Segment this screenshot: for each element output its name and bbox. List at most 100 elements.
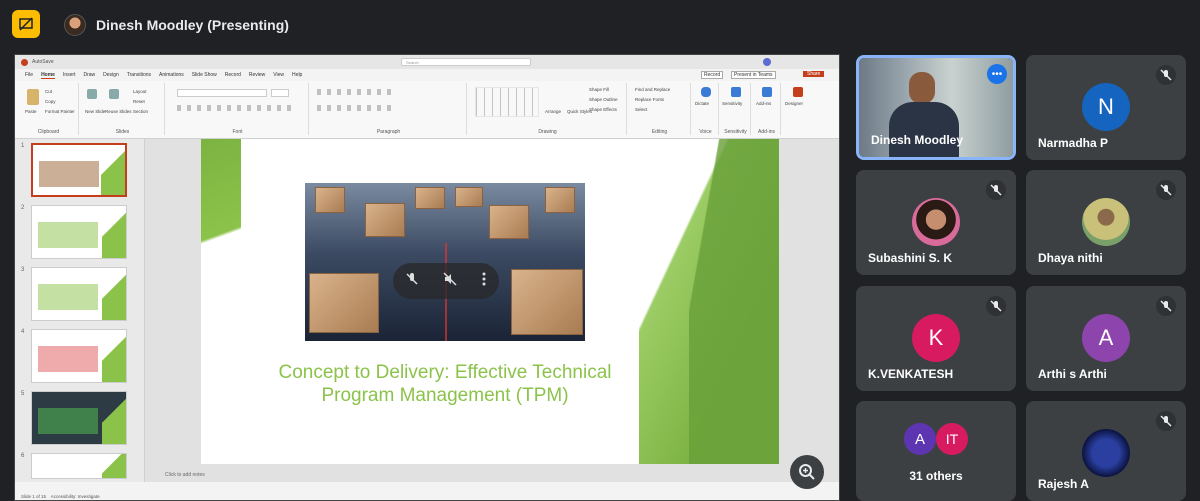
meeting-top-bar: Dinesh Moodley (Presenting) [0,0,1200,50]
slide-thumbnail[interactable] [31,267,127,321]
font-size-select[interactable] [271,89,289,97]
select-button[interactable]: Select [635,107,648,112]
ribbon-group-editing: Find and Replace Replace Fonts Select Ed… [629,83,691,135]
shape-effects-button[interactable]: Shape Effects [589,107,617,112]
group-label: Paragraph [376,129,401,135]
presentation-icon[interactable] [12,10,40,38]
find-replace-button[interactable]: Find and Replace [635,87,670,92]
ribbon-group-drawing: Arrange Quick Styles Shape Fill Shape Ou… [469,83,627,135]
menu-help[interactable]: Help [292,72,302,78]
participant-tile[interactable]: ••• Dinesh Moodley [856,55,1016,160]
slide-thumbnail[interactable] [31,453,127,479]
shape-outline-button[interactable]: Shape Outline [589,97,618,102]
layout-button[interactable]: Layout [133,89,147,94]
more-options-icon[interactable] [481,272,487,291]
present-in-teams-button[interactable]: Present in Teams [731,71,776,79]
autosave-label: AutoSave [32,59,54,65]
participant-tile[interactable]: Subashini S. K [856,170,1016,275]
align-buttons[interactable] [317,105,397,111]
notes-field[interactable]: Click to add notes [145,472,839,482]
slide-thumbnail[interactable] [31,205,127,259]
ribbon-group-font: Font [167,83,309,135]
avatar [1082,198,1130,246]
cut-button[interactable]: Cut [45,89,52,94]
menu-transitions[interactable]: Transitions [127,72,151,78]
search-input[interactable]: Search [401,58,531,66]
ribbon-group-voice: Dictate Voice [693,83,719,135]
participant-tile[interactable]: K K.VENKATESH [856,286,1016,391]
ribbon-group-slides: New Slide Reuse Slides Layout Reset Sect… [81,83,165,135]
add-ins-icon[interactable] [762,87,772,97]
designer-icon[interactable] [793,87,803,97]
list-buttons[interactable] [317,89,397,95]
microphone-icon[interactable] [701,87,711,97]
avatar: A [904,423,936,455]
reuse-slides-icon[interactable] [109,89,119,99]
participant-tile[interactable]: Rajesh A [1026,401,1186,501]
record-button[interactable]: Record [701,71,724,79]
format-painter-button[interactable]: Format Painter [45,109,75,114]
font-format-buttons[interactable] [177,105,297,111]
avatar [1082,429,1130,477]
group-label: Font [232,129,243,135]
shapes-gallery[interactable] [475,87,539,117]
section-button[interactable]: Section [133,109,148,114]
slide-thumbnail[interactable] [31,143,127,197]
avatar [64,14,86,36]
reset-button[interactable]: Reset [133,99,145,104]
current-slide[interactable]: Concept to Delivery: Effective Technical… [201,139,779,464]
menu-slide-show[interactable]: Slide Show [192,72,217,78]
group-label: Drawing [538,129,557,135]
menu-design[interactable]: Design [103,72,119,78]
ribbon-group-sensitivity: Sensitivity Sensitivity [721,83,751,135]
slide-decoration [201,139,241,464]
others-tile[interactable]: A IT 31 others [856,401,1016,501]
font-name-select[interactable] [177,89,267,97]
zoom-button[interactable] [790,455,824,489]
add-ins-label: Add-ins [756,101,772,106]
avatar: K [912,314,960,362]
powerpoint-logo-icon [21,58,28,66]
menu-file[interactable]: File [25,72,33,78]
participant-tile[interactable]: Dhaya nithi [1026,170,1186,275]
mic-off-icon [1156,411,1176,431]
more-options-button[interactable]: ••• [987,64,1007,84]
sensitivity-icon[interactable] [731,87,741,97]
participant-tile[interactable]: A Arthi s Arthi [1026,286,1186,391]
menu-record[interactable]: Record [225,72,241,78]
avatar: N [1082,83,1130,131]
avatar[interactable] [763,58,771,66]
menu-insert[interactable]: Insert [63,72,76,78]
menu-home[interactable]: Home [41,72,55,79]
new-slide-icon[interactable] [87,89,97,99]
slide-thumbnail[interactable] [31,329,127,383]
participant-name: Rajesh A [1038,477,1089,491]
ribbon-group-paragraph: Paragraph [311,83,467,135]
paste-label: Paste [25,109,37,114]
ppt-menu-bar: File Home Insert Draw Design Transitions… [15,69,839,81]
group-label: Sensitivity [724,129,747,135]
conveyor-boxes-image [305,183,585,341]
media-overlay-controls [393,263,499,299]
ribbon-group-clipboard: Paste Cut Copy Format Painter Clipboard [19,83,79,135]
shape-fill-button[interactable]: Shape Fill [589,87,609,92]
menu-view[interactable]: View [273,72,284,78]
replace-fonts-button[interactable]: Replace Fonts [635,97,664,102]
menu-review[interactable]: Review [249,72,265,78]
slide-thumbnail[interactable] [31,391,127,445]
paste-icon[interactable] [27,89,39,105]
arrange-button[interactable]: Arrange [545,109,561,114]
volume-off-icon[interactable] [443,271,457,291]
participant-tile[interactable]: N Narmadha P [1026,55,1186,160]
participant-video [889,102,959,157]
menu-draw[interactable]: Draw [83,72,95,78]
thumb-number: 2 [21,205,25,211]
accessibility-status[interactable]: Accessibility: Investigate [51,494,100,499]
menu-animations[interactable]: Animations [159,72,184,78]
others-count: 31 others [909,469,963,483]
share-button[interactable]: Share [803,71,825,77]
mic-off-icon[interactable] [405,272,419,291]
avatar [912,198,960,246]
participant-video [909,72,935,104]
copy-button[interactable]: Copy [45,99,56,104]
